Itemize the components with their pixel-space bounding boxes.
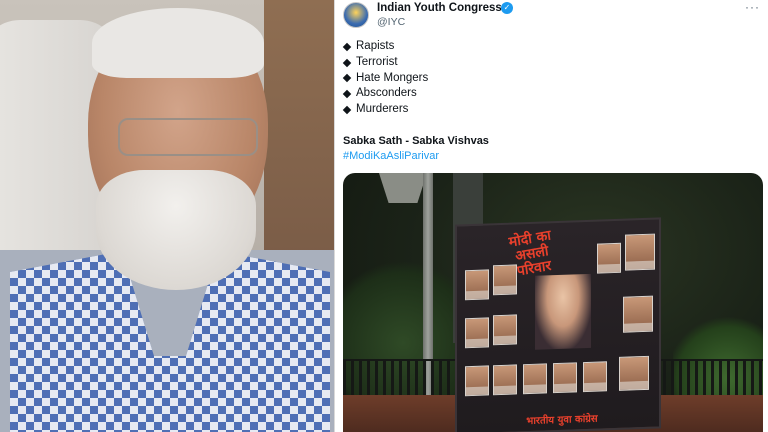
tweet-card: Indian Youth Congress ✓ @IYC ··· Rapists… [334, 0, 768, 432]
author-name[interactable]: Indian Youth Congress [377, 2, 502, 14]
poster-portrait [625, 233, 655, 271]
poster-portrait [553, 362, 577, 394]
tweet-list: Rapists Terrorist Hate Mongers Absconder… [342, 39, 428, 118]
diamond-bullet-icon [342, 105, 352, 115]
poster-portrait [583, 361, 607, 393]
author-avatar[interactable] [343, 2, 369, 28]
poster-portrait [597, 242, 621, 274]
author-handle[interactable]: @IYC [377, 16, 405, 28]
verified-badge-icon: ✓ [501, 2, 513, 14]
poster-portrait [465, 365, 489, 397]
hashtag-link[interactable]: #ModiKaAsliParivar [343, 150, 439, 162]
street-lamp-shape [379, 173, 427, 203]
poster-portrait [493, 314, 517, 346]
list-item: Murderers [342, 102, 428, 118]
tweet-slogan: Sabka Sath - Sabka Vishvas [343, 135, 489, 147]
list-item: Rapists [342, 39, 428, 55]
list-item: Absconders [342, 86, 428, 102]
tweet-media-photo[interactable]: मोदी का असली परिवार भारतीय युवा कांग्रेस [343, 173, 763, 432]
poster-portrait [619, 355, 649, 391]
poster-board: मोदी का असली परिवार भारतीय युवा कांग्रेस [455, 217, 661, 432]
diamond-bullet-icon [342, 58, 352, 67]
glasses-shape [118, 118, 258, 156]
poster-portrait [465, 317, 489, 349]
diamond-bullet-icon [342, 42, 352, 52]
list-item: Terrorist [342, 55, 428, 71]
poster-portrait [493, 364, 517, 396]
beard-shape [96, 170, 256, 290]
list-item: Hate Mongers [342, 71, 428, 87]
more-options-icon[interactable]: ··· [745, 0, 760, 14]
poster-central-figure [535, 273, 591, 350]
diamond-bullet-icon [342, 74, 352, 83]
poster-portrait [523, 363, 547, 395]
poster-portrait [493, 264, 517, 296]
poster-portrait [623, 295, 653, 333]
poster-footer: भारतीय युवा कांग्रेस [526, 413, 598, 428]
diamond-bullet-icon [342, 90, 352, 99]
hair-shape [92, 8, 264, 78]
poster-portrait [465, 269, 489, 301]
portrait-photo [0, 0, 334, 432]
